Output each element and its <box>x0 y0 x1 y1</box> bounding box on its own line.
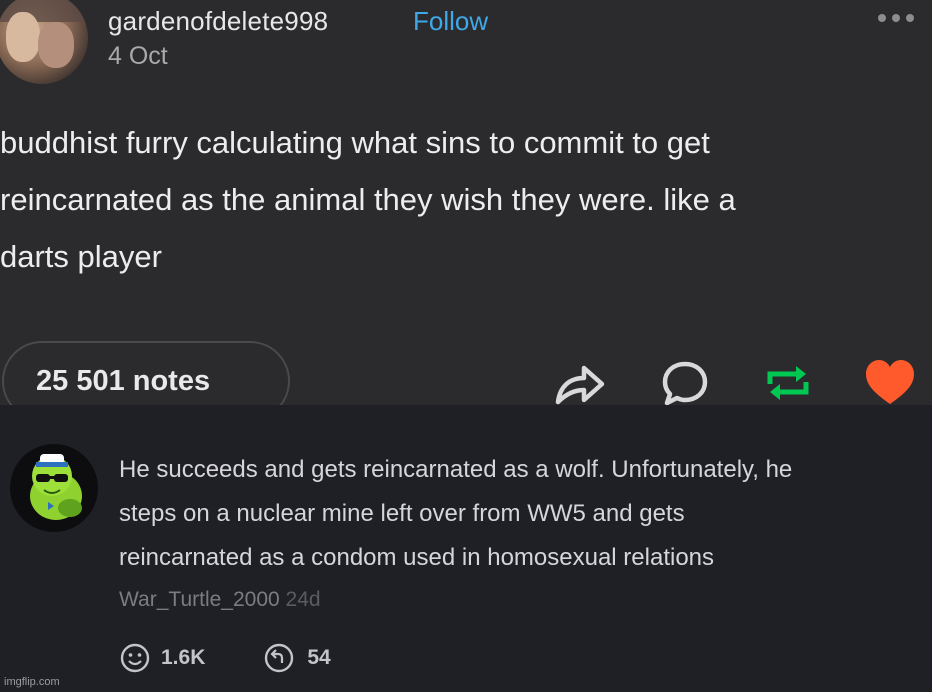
reply-count-button[interactable]: 54 <box>261 642 331 674</box>
comment-line: steps on a nuclear mine left over from W… <box>119 500 685 527</box>
comment-line: reincarnated as a condom used in homosex… <box>119 544 715 571</box>
post-line: reincarnated as the animal they wish the… <box>0 182 736 217</box>
post-line: darts player <box>0 239 162 274</box>
user-avatar[interactable] <box>0 0 88 84</box>
post-date: 4 Oct <box>108 42 168 70</box>
notes-count-button[interactable]: 25 501 notes <box>2 341 290 405</box>
follow-button[interactable]: Follow <box>413 6 488 37</box>
comment-author[interactable]: War_Turtle_2000 <box>119 588 280 611</box>
watermark: imgflip.com <box>4 676 60 688</box>
post-body: buddhist furry calculating what sins to … <box>0 114 920 285</box>
reply-arrow-icon <box>265 643 294 673</box>
upvote-count: 1.6K <box>161 646 206 669</box>
smiley-icon <box>120 643 150 673</box>
upvote-button[interactable]: 1.6K <box>119 642 205 674</box>
comment-line: He succeeds and gets reincarnated as a w… <box>119 456 793 483</box>
comment-time: 24d <box>285 588 321 611</box>
reply-count: 54 <box>307 646 331 669</box>
reblog-icon[interactable] <box>760 356 816 405</box>
tumblr-post: gardenofdelete998 Follow 4 Oct buddhist … <box>0 0 932 405</box>
more-dots-icon[interactable] <box>878 14 914 22</box>
like-icon[interactable] <box>862 356 918 405</box>
post-line: buddhist furry calculating what sins to … <box>0 125 710 160</box>
comment-card: He succeeds and gets reincarnated as a w… <box>0 405 932 692</box>
commenter-avatar[interactable] <box>10 444 98 532</box>
comment-meta: War_Turtle_2000 24d <box>119 588 321 612</box>
share-icon[interactable] <box>552 356 608 405</box>
comment-stats: 1.6K 54 <box>119 642 331 674</box>
post-username[interactable]: gardenofdelete998 <box>108 6 328 37</box>
reply-icon[interactable] <box>658 356 712 405</box>
comment-body: He succeeds and gets reincarnated as a w… <box>119 448 924 580</box>
